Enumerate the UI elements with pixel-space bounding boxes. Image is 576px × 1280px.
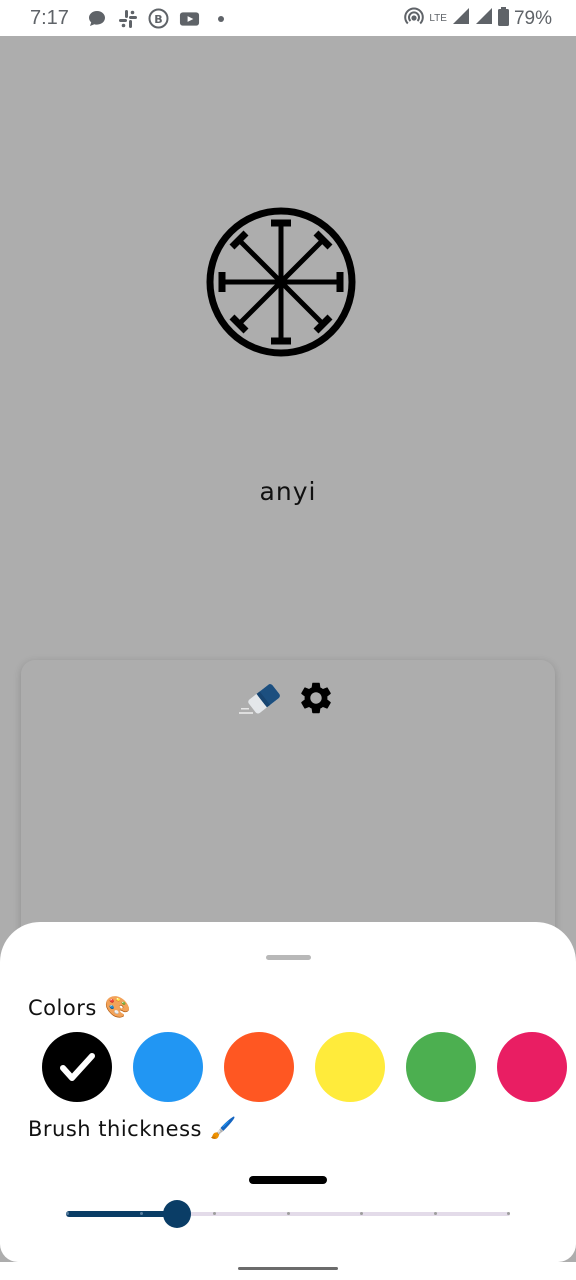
color-swatches xyxy=(42,1032,567,1102)
notification-icons: B xyxy=(86,8,231,29)
slider-tick xyxy=(139,1212,143,1215)
word-label: anyi xyxy=(259,477,317,506)
signal-icon xyxy=(452,7,470,30)
brush-thickness-label: Brush thickness xyxy=(28,1116,202,1141)
brush-thickness-slider[interactable] xyxy=(66,1196,510,1232)
slack-icon xyxy=(117,8,138,29)
color-swatch[interactable] xyxy=(224,1032,294,1102)
status-right: LTE 79% xyxy=(404,6,552,31)
network-type: LTE xyxy=(429,12,447,24)
battery-percent: 79% xyxy=(513,7,552,29)
color-swatch[interactable] xyxy=(42,1032,112,1102)
b-badge-icon: B xyxy=(148,8,169,29)
canvas-toolbar xyxy=(237,679,335,721)
color-swatch[interactable] xyxy=(133,1032,203,1102)
colors-heading: Colors 🎨 xyxy=(28,995,131,1020)
slider-tick xyxy=(213,1212,216,1215)
color-swatch[interactable] xyxy=(406,1032,476,1102)
status-bar: 7:17 B LTE 79% xyxy=(0,0,576,36)
brush-preview xyxy=(249,1176,327,1184)
paintbrush-icon: 🖌️ xyxy=(209,1116,237,1140)
slider-tick xyxy=(286,1212,290,1215)
brush-thickness-heading: Brush thickness 🖌️ xyxy=(28,1116,237,1141)
check-icon xyxy=(60,1053,95,1081)
gear-icon[interactable] xyxy=(297,679,335,721)
palette-icon: 🎨 xyxy=(104,995,132,1019)
slider-tick xyxy=(360,1212,363,1215)
battery-icon xyxy=(497,6,509,31)
sheet-drag-handle[interactable] xyxy=(266,955,311,960)
slider-tick xyxy=(66,1212,69,1215)
hotspot-icon xyxy=(404,6,425,31)
circle-asterisk-glyph xyxy=(206,207,356,357)
chat-bubble-icon xyxy=(86,8,107,29)
youtube-icon xyxy=(179,8,200,29)
color-swatch[interactable] xyxy=(497,1032,567,1102)
eraser-icon[interactable] xyxy=(237,679,283,721)
slider-thumb[interactable] xyxy=(163,1200,191,1228)
colors-label: Colors xyxy=(28,995,97,1020)
slider-tick xyxy=(507,1212,510,1215)
home-gesture-bar[interactable] xyxy=(238,1267,338,1270)
svg-text:B: B xyxy=(154,13,162,26)
signal-icon-2 xyxy=(475,7,493,30)
status-time: 7:17 xyxy=(30,7,69,29)
nav-bar xyxy=(0,1262,576,1280)
color-swatch[interactable] xyxy=(315,1032,385,1102)
slider-track-active[interactable] xyxy=(66,1211,177,1217)
symbol-image xyxy=(204,205,358,359)
dot-icon xyxy=(210,8,231,29)
slider-tick xyxy=(433,1212,437,1215)
